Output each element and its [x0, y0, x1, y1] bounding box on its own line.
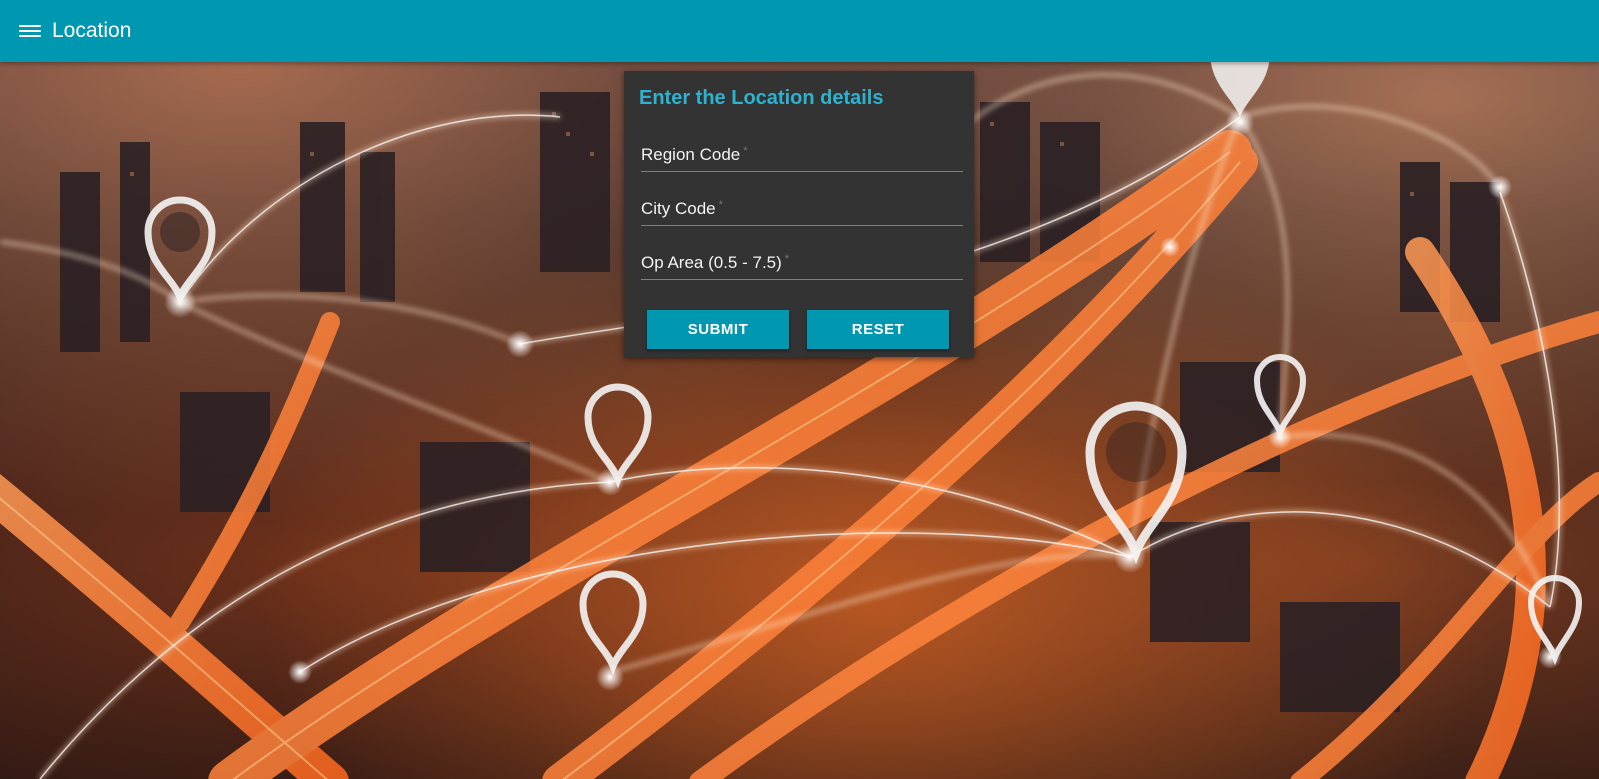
city-code-input[interactable]: [641, 195, 967, 223]
location-pin-icon: [579, 570, 647, 676]
location-details-form: Enter the Location details Region Code * …: [624, 71, 974, 357]
location-pin-icon: [1253, 354, 1307, 440]
region-code-field[interactable]: Region Code *: [641, 141, 967, 172]
location-pin-icon: [1085, 401, 1187, 565]
location-pin-icon: [1210, 62, 1270, 117]
submit-button[interactable]: SUBMIT: [647, 310, 789, 349]
op-area-input[interactable]: [641, 249, 967, 277]
location-pin-icon: [1527, 575, 1583, 666]
hamburger-menu-icon[interactable]: [19, 22, 41, 40]
app-bar: Location: [0, 0, 1599, 62]
app-title: Location: [52, 19, 132, 42]
form-title: Enter the Location details: [639, 87, 884, 109]
city-code-field[interactable]: City Code *: [641, 195, 967, 226]
region-code-input[interactable]: [641, 141, 967, 169]
location-pin-icon: [144, 196, 216, 307]
location-pin-icon: [584, 383, 652, 489]
op-area-field[interactable]: Op Area (0.5 - 7.5) *: [641, 249, 967, 280]
reset-button[interactable]: RESET: [807, 310, 949, 349]
